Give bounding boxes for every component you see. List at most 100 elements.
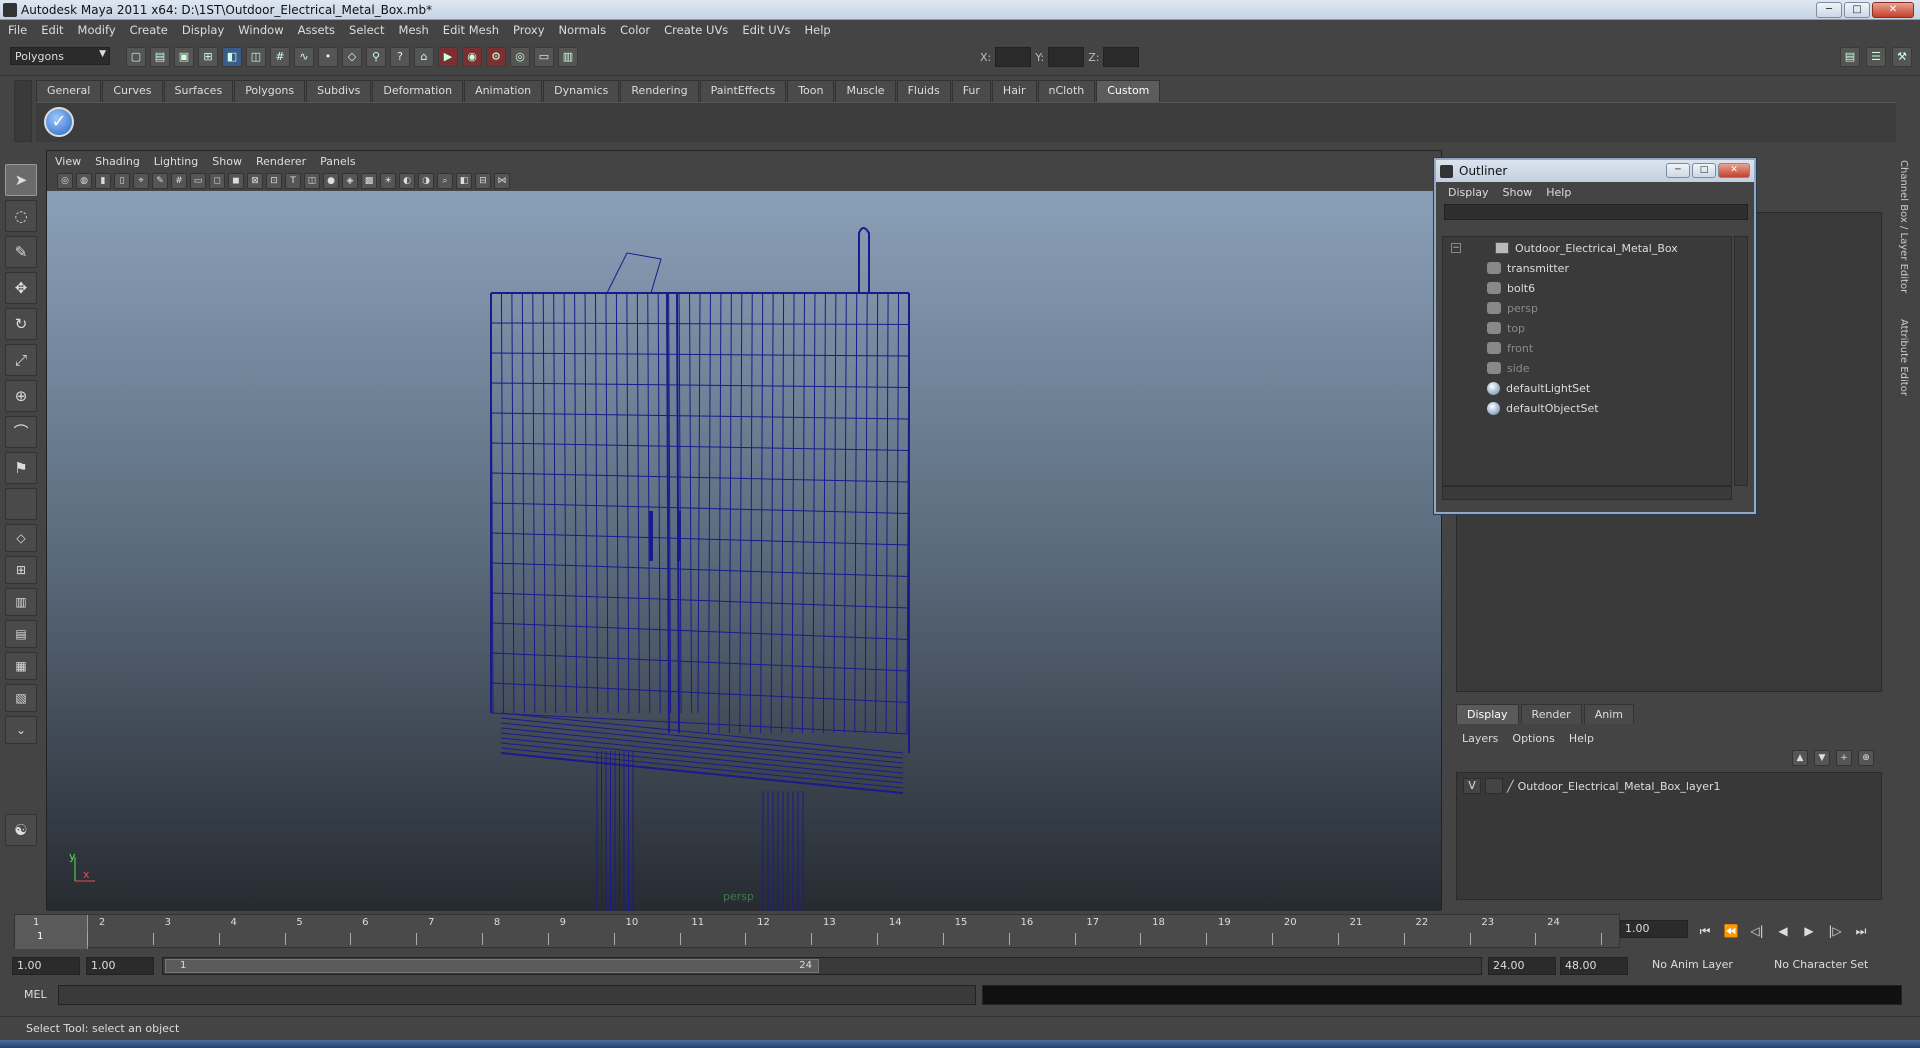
textured-icon[interactable]: ▩: [361, 173, 377, 189]
menu-normals[interactable]: Normals: [559, 23, 607, 37]
show-manipulator-icon[interactable]: ⚑: [5, 452, 37, 484]
bookmark-icon[interactable]: ▮: [95, 173, 111, 189]
outliner-item[interactable]: top: [1487, 319, 1525, 337]
resolution-gate-icon[interactable]: ◻: [209, 173, 225, 189]
screen-space-ao-icon[interactable]: ◑: [418, 173, 434, 189]
ipr-render-icon[interactable]: ◉: [462, 47, 482, 67]
render-current-frame-icon[interactable]: ▶: [438, 47, 458, 67]
xray-joints-icon[interactable]: ⊟: [475, 173, 491, 189]
layer-tab-anim[interactable]: Anim: [1583, 704, 1634, 724]
menu-create[interactable]: Create: [130, 23, 168, 37]
image-plane-icon[interactable]: ▯: [114, 173, 130, 189]
viewport-menu-panels[interactable]: Panels: [320, 155, 355, 168]
layer-menu-help[interactable]: Help: [1569, 732, 1594, 745]
show-tool-settings-icon[interactable]: ⚒: [1892, 47, 1912, 67]
viewport-menu-lighting[interactable]: Lighting: [154, 155, 198, 168]
playback-end-field[interactable]: 24.00: [1488, 957, 1556, 975]
shelf-handle[interactable]: [14, 80, 32, 142]
persp-outliner-layout-icon[interactable]: ▥: [5, 588, 37, 616]
shelf-tab-animation[interactable]: Animation: [464, 80, 543, 102]
persp-graph-layout-icon[interactable]: ▤: [5, 620, 37, 648]
create-empty-layer-icon[interactable]: +: [1836, 750, 1852, 766]
outliner-vertical-scrollbar[interactable]: [1734, 236, 1748, 486]
snap-point-icon[interactable]: •: [318, 47, 338, 67]
outliner-item[interactable]: defaultLightSet: [1487, 379, 1590, 397]
show-attribute-editor-icon[interactable]: ▤: [1840, 47, 1860, 67]
outliner-close-button[interactable]: ✕: [1718, 163, 1750, 178]
range-slider[interactable]: 1 24: [162, 957, 1482, 975]
layer-tab-display[interactable]: Display: [1456, 704, 1519, 724]
outliner-item[interactable]: transmitter: [1487, 259, 1569, 277]
checkmark-icon[interactable]: ✓: [44, 107, 74, 137]
hypershade-layout-icon[interactable]: ▦: [5, 652, 37, 680]
show-hypershade-icon[interactable]: ◎: [510, 47, 530, 67]
single-perspective-layout-icon[interactable]: ◇: [5, 524, 37, 552]
shelf-tab-fur[interactable]: Fur: [951, 80, 991, 102]
select-component-icon[interactable]: ◫: [246, 47, 266, 67]
two-d-pan-zoom-icon[interactable]: ⌖: [133, 173, 149, 189]
construction-history-icon[interactable]: ⌂: [414, 47, 434, 67]
select-hierarchy-icon[interactable]: ⊞: [198, 47, 218, 67]
maximize-button[interactable]: □: [1844, 2, 1870, 18]
make-live-icon[interactable]: ⚲: [366, 47, 386, 67]
shelf-tab-surfaces[interactable]: Surfaces: [163, 80, 234, 102]
menu-edit-uvs[interactable]: Edit UVs: [742, 23, 790, 37]
smooth-shade-icon[interactable]: ●: [323, 173, 339, 189]
go-to-end-icon[interactable]: ⏭: [1850, 922, 1872, 940]
new-scene-icon[interactable]: ▢: [126, 47, 146, 67]
z-field[interactable]: [1103, 47, 1140, 67]
viewport-menu-show[interactable]: Show: [212, 155, 242, 168]
snap-curve-icon[interactable]: ∿: [294, 47, 314, 67]
layer-menu-layers[interactable]: Layers: [1462, 732, 1498, 745]
shelf-tab-polygons[interactable]: Polygons: [234, 80, 306, 102]
shelf-tab-muscle[interactable]: Muscle: [835, 80, 896, 102]
layer-name[interactable]: Outdoor_Electrical_Metal_Box_layer1: [1518, 780, 1721, 793]
four-view-layout-icon[interactable]: ⊞: [5, 556, 37, 584]
minimize-button[interactable]: ─: [1816, 2, 1842, 18]
use-all-lights-icon[interactable]: ☀: [380, 173, 396, 189]
shadows-icon[interactable]: ◐: [399, 173, 415, 189]
shelf-tab-painteffects[interactable]: PaintEffects: [699, 80, 787, 102]
select-camera-icon[interactable]: ◎: [57, 173, 73, 189]
viewport-menu-shading[interactable]: Shading: [95, 155, 140, 168]
outliner-item[interactable]: front: [1487, 339, 1533, 357]
close-button[interactable]: ✕: [1872, 2, 1914, 18]
select-tool-icon[interactable]: ➤: [5, 164, 37, 196]
wireframe-on-shaded-icon[interactable]: ◈: [342, 173, 358, 189]
attribute-editor-side-tab[interactable]: Attribute Editor: [1898, 319, 1909, 396]
shelf-tab-ncloth[interactable]: nCloth: [1037, 80, 1096, 102]
outliner-title-bar[interactable]: Outliner ─ □ ✕: [1436, 160, 1754, 182]
outliner-filter-input[interactable]: [1444, 204, 1748, 220]
menu-set-select[interactable]: Polygons ▼: [10, 47, 110, 65]
layer-type-toggle[interactable]: [1485, 778, 1503, 794]
electrical-box-wireframe[interactable]: [47, 191, 1441, 911]
viewport-menu-renderer[interactable]: Renderer: [256, 155, 306, 168]
open-scene-icon[interactable]: ▤: [150, 47, 170, 67]
last-tool-icon[interactable]: [5, 488, 37, 520]
move-layer-down-icon[interactable]: ▼: [1814, 750, 1830, 766]
shelf-tab-deformation[interactable]: Deformation: [372, 80, 464, 102]
play-backwards-icon[interactable]: ◀: [1772, 922, 1794, 940]
menu-edit[interactable]: Edit: [41, 23, 63, 37]
render-settings-icon[interactable]: ⚙: [486, 47, 506, 67]
layer-menu-options[interactable]: Options: [1512, 732, 1554, 745]
command-language-label[interactable]: MEL: [24, 988, 47, 1001]
show-channel-box-icon[interactable]: ☰: [1866, 47, 1886, 67]
lasso-tool-icon[interactable]: ◌: [5, 200, 37, 232]
shelf-tab-rendering[interactable]: Rendering: [620, 80, 699, 102]
step-back-key-icon[interactable]: ⏪: [1720, 922, 1742, 940]
go-to-start-icon[interactable]: ⏮: [1694, 922, 1716, 940]
viewport-canvas[interactable]: persp y x: [47, 191, 1441, 911]
outliner-item[interactable]: − Outdoor_Electrical_Metal_Box: [1451, 239, 1678, 257]
create-layer-from-selection-icon[interactable]: ⊕: [1858, 750, 1874, 766]
move-tool-icon[interactable]: ✥: [5, 272, 37, 304]
viewport-menu-view[interactable]: View: [55, 155, 81, 168]
xray-components-icon[interactable]: ⋈: [494, 173, 510, 189]
outliner-item[interactable]: side: [1487, 359, 1530, 377]
grid-icon[interactable]: #: [171, 173, 187, 189]
shelf-tab-general[interactable]: General: [36, 80, 102, 102]
history-icon[interactable]: ?: [390, 47, 410, 67]
menu-select[interactable]: Select: [349, 23, 384, 37]
move-layer-up-icon[interactable]: ▲: [1792, 750, 1808, 766]
save-scene-icon[interactable]: ▣: [174, 47, 194, 67]
